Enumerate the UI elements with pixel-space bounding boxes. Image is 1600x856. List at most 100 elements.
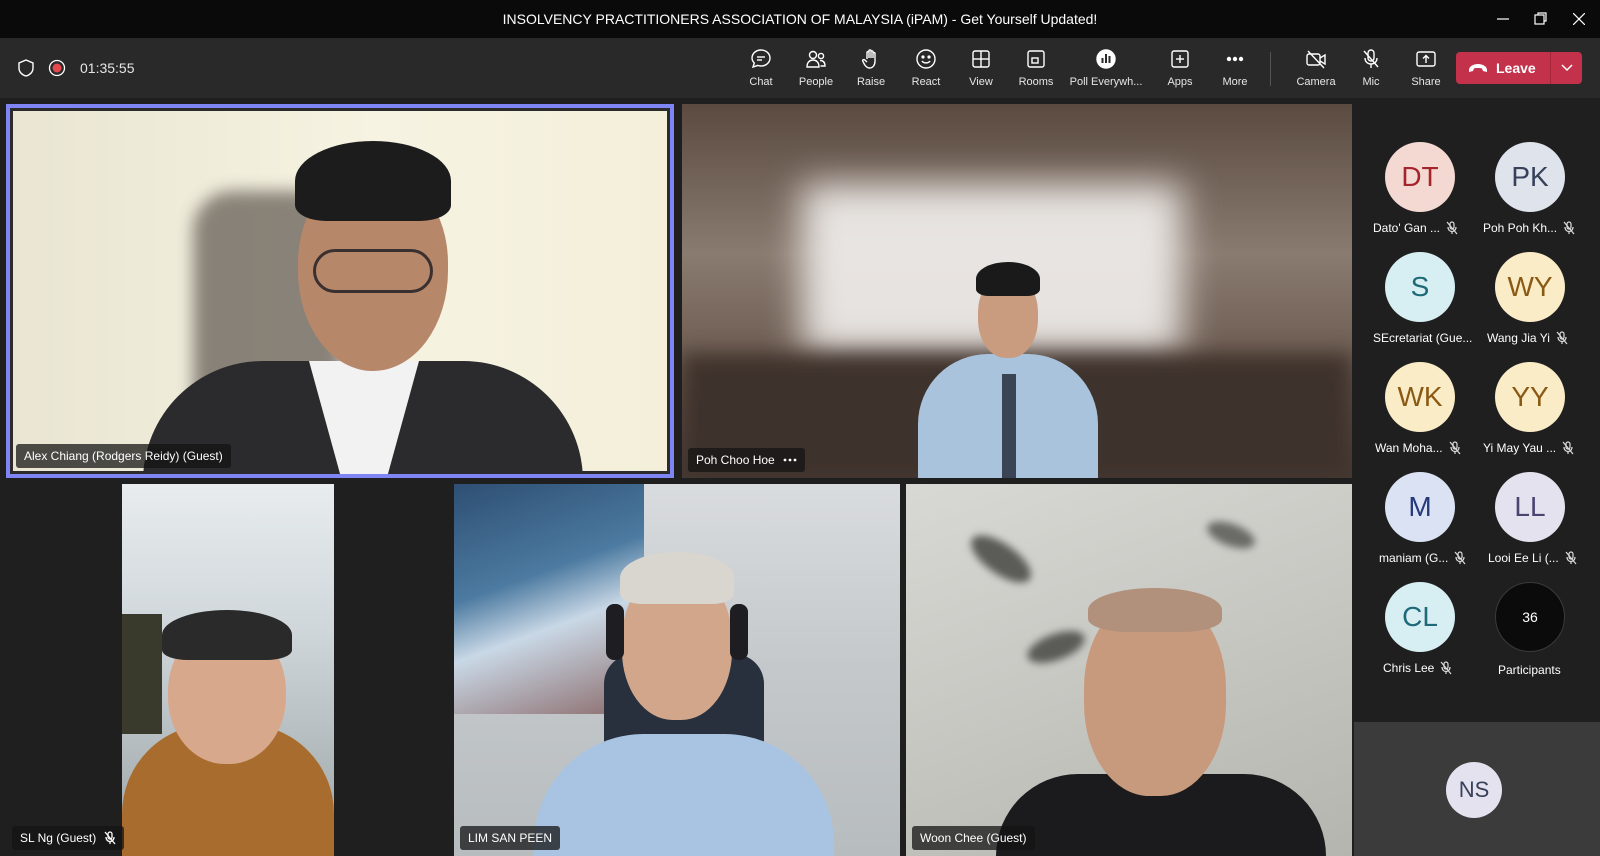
mic-button[interactable]: Mic (1343, 46, 1399, 92)
video-tile[interactable]: LIM SAN PEEN (454, 484, 900, 856)
avatar-initials: WY (1507, 271, 1553, 302)
poll-everywhere-button[interactable]: Poll Everywh... (1070, 46, 1142, 92)
participants-overflow-button[interactable]: 36 (1495, 582, 1565, 652)
minimize-icon (1497, 18, 1509, 20)
mic-muted-icon (1449, 441, 1461, 455)
video-tile-active-speaker[interactable]: Alex Chiang (Rodgers Reidy) (Guest) (6, 104, 674, 478)
participant-item[interactable]: Chris Lee (1383, 661, 1452, 675)
react-label: React (911, 76, 941, 88)
toolbar-divider (1270, 52, 1271, 86)
mic-muted-icon (1454, 551, 1466, 565)
participants-label: Participants (1498, 663, 1561, 677)
video-feed (122, 484, 334, 856)
camera-button[interactable]: Camera (1288, 46, 1344, 92)
participant-item[interactable]: Looi Ee Li (... (1488, 551, 1577, 565)
meeting-timer: 01:35:55 (80, 60, 135, 76)
leave-label: Leave (1496, 60, 1536, 76)
avatar[interactable]: LL (1495, 472, 1565, 542)
participant-name: maniam (G... (1379, 551, 1449, 565)
minimize-button[interactable] (1488, 8, 1518, 30)
participant-item[interactable]: Yi May Yau ... (1483, 441, 1574, 455)
avatar[interactable]: S (1385, 252, 1455, 322)
close-button[interactable] (1564, 8, 1594, 30)
blue-shirt (534, 734, 834, 856)
mic-muted-icon (104, 831, 116, 845)
apps-button[interactable]: Apps (1152, 46, 1208, 92)
raise-label: Raise (856, 76, 886, 88)
wallpaper-pattern (963, 526, 1039, 592)
tile-name-tag: LIM SAN PEEN (460, 826, 561, 850)
avatar-initials: PK (1511, 161, 1549, 192)
avatar[interactable]: WY (1495, 252, 1565, 322)
leave-main[interactable]: Leave (1456, 60, 1550, 76)
avatar[interactable]: DT (1385, 142, 1455, 212)
avatar[interactable]: PK (1495, 142, 1565, 212)
participant-item[interactable]: Wan Moha... (1375, 441, 1461, 455)
avatar-initials: S (1410, 271, 1430, 302)
mic-label: Mic (1362, 76, 1380, 88)
mic-muted-icon (1446, 221, 1458, 235)
react-button[interactable]: React (898, 46, 954, 92)
chevron-down-icon (1560, 64, 1573, 72)
tile-name-tag: Woon Chee (Guest) (912, 826, 1035, 850)
wallpaper-pattern (1203, 516, 1259, 554)
close-icon (1573, 13, 1585, 25)
mic-off-icon (1363, 49, 1379, 68)
poll-label: Poll Everywh... (1069, 76, 1143, 88)
rooms-button[interactable]: Rooms (1008, 46, 1064, 92)
avatar[interactable]: YY (1495, 362, 1565, 432)
headphones-right (730, 604, 748, 660)
video-feed (13, 111, 667, 474)
avatar[interactable]: M (1385, 472, 1455, 542)
mic-muted-icon (1562, 441, 1574, 455)
chat-label: Chat (749, 76, 773, 88)
shield-icon[interactable] (18, 59, 34, 77)
chat-button[interactable]: Chat (733, 46, 789, 92)
video-tile[interactable]: Woon Chee (Guest) (906, 484, 1352, 856)
participant-name: LIM SAN PEEN (468, 831, 553, 845)
participant-name: Yi May Yau ... (1483, 441, 1557, 455)
headphones-left (606, 604, 624, 660)
raise-hand-button[interactable]: Raise (843, 46, 899, 92)
more-options-icon[interactable] (783, 458, 797, 462)
avatar-initials: NS (1458, 777, 1490, 802)
mic-muted-icon (1556, 331, 1568, 345)
view-button[interactable]: View (953, 46, 1009, 92)
avatar-initials: LL (1514, 491, 1546, 522)
avatar[interactable]: CL (1385, 582, 1455, 652)
participant-item[interactable]: maniam (G... (1379, 551, 1466, 565)
hair (976, 262, 1040, 296)
leave-button[interactable]: Leave (1456, 52, 1582, 84)
video-tile[interactable]: Poh Choo Hoe (682, 104, 1352, 478)
view-label: View (969, 76, 993, 88)
tile-name-tag: SL Ng (Guest) (12, 826, 125, 850)
avatar[interactable]: WK (1385, 362, 1455, 432)
avatar-initials: DT (1401, 161, 1439, 192)
avatar-initials: YY (1511, 381, 1549, 412)
participants-count: 36 (1522, 609, 1538, 625)
video-tile[interactable]: SL Ng (Guest) (6, 484, 448, 856)
participant-item[interactable]: Wang Jia Yi (1487, 331, 1568, 345)
recording-icon (48, 59, 66, 77)
participant-name: Poh Poh Kh... (1483, 221, 1558, 235)
participant-item[interactable]: SEcretariat (Gue... (1373, 331, 1472, 345)
self-video-tile[interactable]: NS (1354, 722, 1600, 856)
participant-name: Chris Lee (1383, 661, 1435, 675)
participant-item[interactable]: Dato' Gan ... (1373, 221, 1458, 235)
meeting-info: 01:35:55 (18, 38, 135, 98)
meeting-toolbar: 01:35:55 Chat People Raise React View Ro… (0, 38, 1600, 98)
more-button[interactable]: More (1207, 46, 1263, 92)
share-label: Share (1411, 76, 1441, 88)
leave-options-button[interactable] (1551, 64, 1582, 72)
participant-item[interactable]: Poh Poh Kh... (1483, 221, 1575, 235)
share-button[interactable]: Share (1398, 46, 1454, 92)
avatar-initials: CL (1402, 601, 1438, 632)
camera-off-icon (1306, 50, 1326, 69)
restore-button[interactable] (1526, 8, 1556, 30)
people-button[interactable]: People (788, 46, 844, 92)
grid-view-icon (972, 50, 990, 68)
apps-plus-icon (1171, 50, 1189, 68)
raise-hand-icon (861, 49, 876, 69)
camera-label: Camera (1296, 76, 1336, 88)
participant-name: SEcretariat (Gue... (1373, 331, 1473, 345)
